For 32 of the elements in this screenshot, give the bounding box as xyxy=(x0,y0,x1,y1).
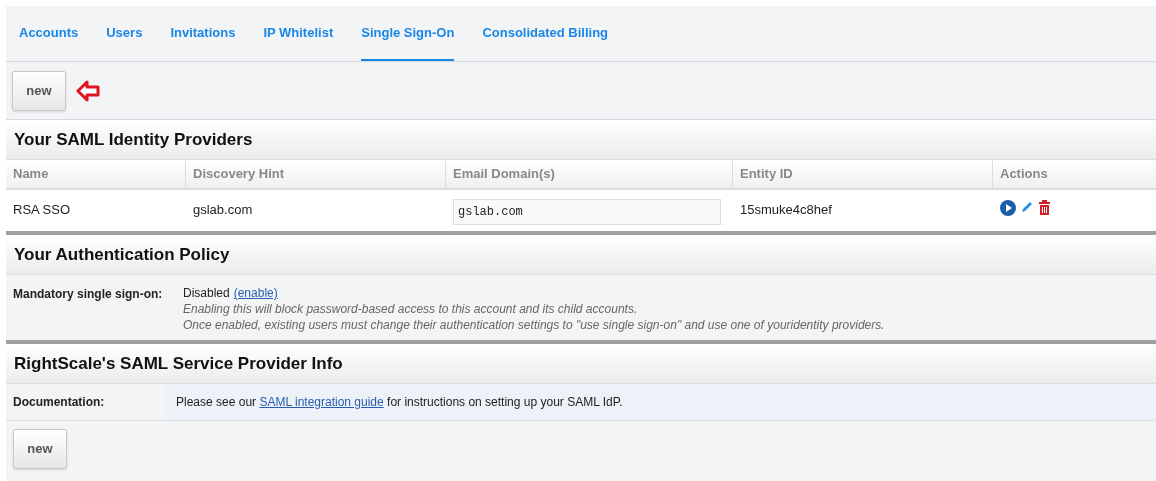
email-domain-field[interactable]: gslab.com xyxy=(453,199,721,225)
column-header: Entity ID xyxy=(740,165,793,184)
section-title: RightScale's SAML Service Provider Info xyxy=(14,352,343,375)
tab[interactable]: Invitations xyxy=(170,19,236,61)
table-cell: gslab.com xyxy=(193,202,253,217)
tab[interactable]: Users xyxy=(106,19,143,61)
new-button[interactable]: new xyxy=(13,429,67,469)
trash-icon[interactable] xyxy=(1038,200,1051,215)
table-cell: RSA SSO xyxy=(13,202,71,217)
guide-link[interactable]: SAML integration guide xyxy=(259,395,384,409)
field-label: Documentation: xyxy=(13,394,105,411)
arrow-icon xyxy=(76,78,100,103)
enable-link[interactable]: (enable) xyxy=(233,285,278,301)
column-header: Discovery Hint xyxy=(193,165,285,184)
column-header: Name xyxy=(13,165,49,184)
column-header: Email Domain(s) xyxy=(453,165,555,184)
table-cell: 15smuke4c8hef xyxy=(740,202,832,217)
status-text: Disabled xyxy=(183,285,230,301)
section-title: Your SAML Identity Providers xyxy=(14,128,253,151)
play-icon[interactable] xyxy=(1000,200,1016,216)
documentation-text: Please see our SAML integration guide for instructions on setting up your SAML IdP. xyxy=(176,394,623,411)
tab[interactable]: Single Sign-On xyxy=(361,19,455,61)
tab[interactable]: IP Whitelist xyxy=(263,19,334,61)
tab[interactable]: Consolidated Billing xyxy=(482,19,609,61)
help-text: Enabling this will block password-based access to this account and its child accounts. xyxy=(183,301,639,317)
section-title: Your Authentication Policy xyxy=(14,243,230,266)
new-button[interactable]: new xyxy=(12,70,66,111)
column-header: Actions xyxy=(1000,165,1048,184)
help-text: Once enabled, existing users must change their authentication settings to "use single sign-on" and use one of youridentity providers. xyxy=(183,317,885,333)
pencil-icon[interactable] xyxy=(1020,200,1034,214)
tab[interactable]: Accounts xyxy=(19,19,79,61)
field-label: Mandatory single sign-on: xyxy=(13,287,163,301)
